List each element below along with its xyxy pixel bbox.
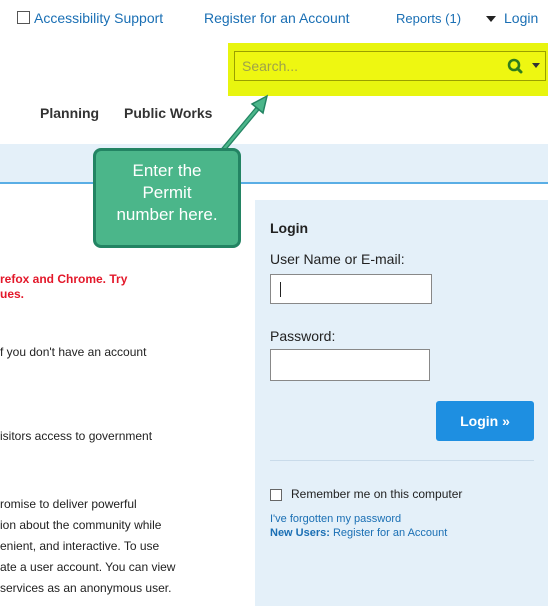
browser-warning: refox and Chrome. Try ues. bbox=[0, 272, 127, 302]
accessibility-checkbox[interactable] bbox=[17, 11, 30, 24]
username-input[interactable] bbox=[270, 274, 432, 304]
accessibility-support-link[interactable]: Accessibility Support bbox=[34, 10, 163, 26]
login-title: Login bbox=[270, 220, 309, 236]
search-icon[interactable] bbox=[507, 58, 533, 74]
paragraph-line: romise to deliver powerful bbox=[0, 497, 137, 511]
callout-line: Permit bbox=[142, 183, 192, 202]
forgot-password-link[interactable]: I've forgotten my password bbox=[270, 513, 401, 525]
paragraph-line: services as an anonymous user. bbox=[0, 581, 172, 595]
callout-line: Enter the bbox=[132, 161, 202, 180]
search-box bbox=[234, 51, 546, 81]
callout-box: Enter the Permit number here. bbox=[93, 148, 241, 248]
paragraph-line: enient, and interactive. To use bbox=[0, 539, 160, 553]
new-users-line: New Users: Register for an Account bbox=[270, 527, 447, 539]
username-label: User Name or E-mail: bbox=[270, 251, 405, 267]
visitors-text: isitors access to government bbox=[0, 429, 153, 443]
password-input[interactable] bbox=[270, 349, 430, 381]
login-button[interactable]: Login » bbox=[436, 401, 534, 441]
register-account-link[interactable]: Register for an Account bbox=[204, 10, 350, 26]
warning-line: ues. bbox=[0, 287, 25, 301]
nav-planning[interactable]: Planning bbox=[40, 105, 99, 121]
search-options-caret-icon[interactable] bbox=[532, 63, 540, 68]
tab-strip bbox=[0, 144, 548, 184]
caret-down-icon[interactable] bbox=[486, 16, 496, 22]
login-link[interactable]: Login bbox=[504, 10, 538, 26]
paragraph-line: ion about the community while bbox=[0, 518, 162, 532]
nav-public-works[interactable]: Public Works bbox=[124, 105, 212, 121]
new-users-register-link[interactable]: Register for an Account bbox=[330, 527, 447, 539]
reports-menu[interactable]: Reports (1) bbox=[396, 11, 461, 26]
divider bbox=[270, 460, 534, 461]
account-text: f you don't have an account bbox=[0, 345, 147, 359]
remember-me-label: Remember me on this computer bbox=[291, 487, 463, 501]
password-label: Password: bbox=[270, 328, 336, 344]
search-input[interactable] bbox=[235, 52, 495, 80]
paragraph-line: ate a user account. You can view bbox=[0, 560, 176, 574]
remember-me-checkbox[interactable] bbox=[270, 489, 282, 501]
callout-line: number here. bbox=[116, 205, 218, 224]
warning-line: refox and Chrome. Try bbox=[0, 272, 128, 286]
login-panel: Login User Name or E-mail: Password: Log… bbox=[255, 200, 548, 606]
text-cursor bbox=[280, 282, 281, 297]
new-users-label: New Users: bbox=[270, 527, 330, 539]
top-bar: Accessibility Support Register for an Ac… bbox=[0, 0, 548, 38]
